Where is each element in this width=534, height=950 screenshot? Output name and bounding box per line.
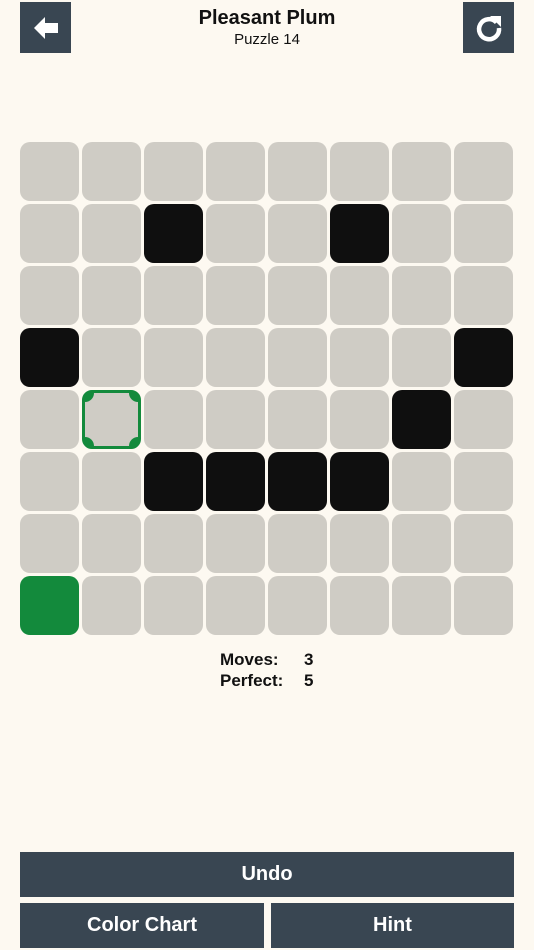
board-cell-wall[interactable] — [330, 204, 389, 263]
perfect-label: Perfect: — [220, 671, 284, 690]
board-cell-empty[interactable] — [454, 514, 513, 573]
target-corner — [85, 437, 94, 446]
game-board — [20, 142, 513, 635]
perfect-value: 5 — [304, 671, 314, 690]
board-cell-empty[interactable] — [206, 266, 265, 325]
undo-button[interactable]: Undo — [20, 852, 514, 897]
board-cell-empty[interactable] — [454, 390, 513, 449]
board-cell-wall[interactable] — [20, 328, 79, 387]
board-cell-empty[interactable] — [82, 576, 141, 635]
board-cell-wall[interactable] — [392, 390, 451, 449]
hint-button[interactable]: Hint — [271, 903, 514, 948]
board-cell-empty[interactable] — [268, 390, 327, 449]
board-cell-empty[interactable] — [454, 452, 513, 511]
restart-icon — [476, 15, 501, 41]
restart-button[interactable] — [463, 2, 514, 53]
board-cell-empty[interactable] — [206, 514, 265, 573]
board-cell-empty[interactable] — [20, 266, 79, 325]
target-corner — [129, 393, 138, 402]
board-cell-player[interactable] — [20, 576, 79, 635]
board-cell-empty[interactable] — [20, 452, 79, 511]
puzzle-number: Puzzle 14 — [234, 31, 300, 48]
board-cell-wall[interactable] — [144, 452, 203, 511]
board-cell-empty[interactable] — [206, 390, 265, 449]
board-cell-empty[interactable] — [330, 514, 389, 573]
board-cell-empty[interactable] — [454, 204, 513, 263]
board-cell-empty[interactable] — [82, 204, 141, 263]
target-corner — [129, 437, 138, 446]
board-cell-empty[interactable] — [392, 328, 451, 387]
moves-label: Moves: — [220, 650, 279, 669]
board-cell-empty[interactable] — [268, 576, 327, 635]
board-cell-empty[interactable] — [330, 390, 389, 449]
board-cell-empty[interactable] — [20, 204, 79, 263]
board-cell-empty[interactable] — [20, 514, 79, 573]
board-cell-empty[interactable] — [82, 452, 141, 511]
board-cell-wall[interactable] — [268, 452, 327, 511]
target-corner — [85, 393, 94, 402]
board-cell-empty[interactable] — [392, 452, 451, 511]
board-cell-empty[interactable] — [144, 142, 203, 201]
board-cell-empty[interactable] — [82, 328, 141, 387]
header: Pleasant Plum Puzzle 14 — [0, 6, 534, 50]
board-cell-empty[interactable] — [206, 328, 265, 387]
moves-value: 3 — [304, 650, 314, 669]
board-cell-empty[interactable] — [206, 204, 265, 263]
board-cell-empty[interactable] — [268, 328, 327, 387]
board-cell-empty[interactable] — [330, 142, 389, 201]
board-cell-wall[interactable] — [144, 204, 203, 263]
board-cell-target[interactable] — [82, 390, 141, 449]
board-cell-empty[interactable] — [454, 142, 513, 201]
board-cell-empty[interactable] — [330, 266, 389, 325]
board-cell-empty[interactable] — [392, 514, 451, 573]
board-cell-empty[interactable] — [206, 142, 265, 201]
board-cell-empty[interactable] — [330, 328, 389, 387]
board-cell-wall[interactable] — [454, 328, 513, 387]
board-cell-empty[interactable] — [144, 514, 203, 573]
board-cell-empty[interactable] — [268, 204, 327, 263]
color-chart-button[interactable]: Color Chart — [20, 903, 264, 948]
board-cell-empty[interactable] — [206, 576, 265, 635]
board-cell-empty[interactable] — [392, 266, 451, 325]
board-cell-empty[interactable] — [20, 142, 79, 201]
board-cell-empty[interactable] — [392, 142, 451, 201]
page-title: Pleasant Plum — [198, 7, 336, 29]
board-cell-empty[interactable] — [144, 390, 203, 449]
board-cell-empty[interactable] — [144, 266, 203, 325]
board-cell-empty[interactable] — [82, 142, 141, 201]
board-cell-empty[interactable] — [392, 576, 451, 635]
board-cell-empty[interactable] — [392, 204, 451, 263]
board-cell-empty[interactable] — [330, 576, 389, 635]
board-cell-empty[interactable] — [82, 266, 141, 325]
board-cell-empty[interactable] — [454, 576, 513, 635]
board-cell-empty[interactable] — [268, 142, 327, 201]
board-cell-empty[interactable] — [268, 266, 327, 325]
stats-panel: Moves: 3 Perfect: 5 — [220, 649, 313, 691]
board-cell-empty[interactable] — [20, 390, 79, 449]
board-cell-wall[interactable] — [206, 452, 265, 511]
board-cell-wall[interactable] — [330, 452, 389, 511]
board-cell-empty[interactable] — [82, 514, 141, 573]
board-cell-empty[interactable] — [144, 576, 203, 635]
board-cell-empty[interactable] — [144, 328, 203, 387]
board-cell-empty[interactable] — [454, 266, 513, 325]
board-cell-empty[interactable] — [268, 514, 327, 573]
